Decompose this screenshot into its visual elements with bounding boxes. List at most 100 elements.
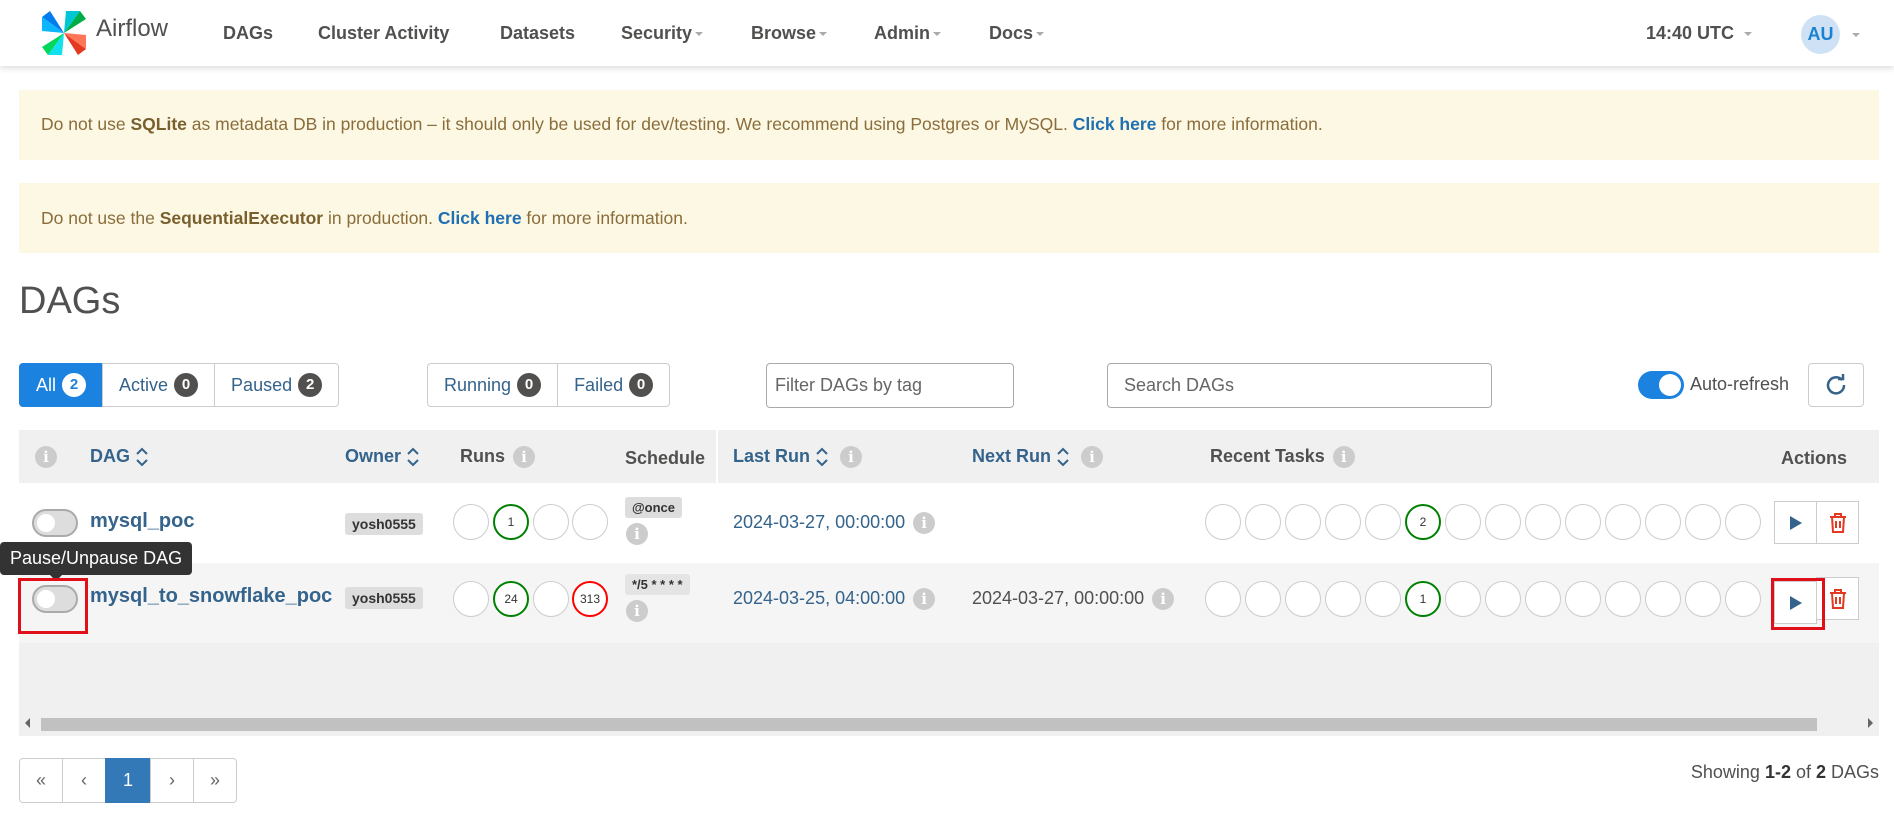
nav-docs[interactable]: Docs	[989, 23, 1045, 44]
alert-click-here-link[interactable]: Click here	[1073, 114, 1157, 134]
horizontal-scrollbar[interactable]	[19, 714, 1879, 734]
delete-dag-button[interactable]	[1816, 501, 1859, 544]
first-page-button[interactable]: «	[19, 758, 63, 803]
task-state-circle[interactable]	[1325, 504, 1361, 540]
tag-filter-input[interactable]	[766, 363, 1014, 408]
refresh-button[interactable]	[1808, 363, 1864, 407]
info-icon[interactable]: i	[1332, 446, 1355, 469]
task-state-circle[interactable]	[1605, 581, 1641, 617]
pagination: « ‹ 1 › »	[19, 758, 237, 803]
task-state-circle[interactable]	[1445, 581, 1481, 617]
schedule-badge[interactable]: */5 * * * *	[625, 574, 690, 595]
scroll-thumb[interactable]	[41, 718, 1817, 731]
prev-page-button[interactable]: ‹	[62, 758, 106, 803]
filter-active-button[interactable]: Active 0	[102, 363, 216, 407]
info-icon[interactable]: i	[840, 446, 863, 469]
task-state-circle[interactable]	[1605, 504, 1641, 540]
task-state-circle[interactable]	[1645, 504, 1681, 540]
brand-logo-link[interactable]: Airflow	[38, 7, 168, 59]
run-state-circle[interactable]	[453, 581, 489, 617]
info-icon[interactable]: i	[626, 600, 648, 622]
nav-admin[interactable]: Admin	[874, 23, 941, 44]
highlight-box	[1771, 578, 1825, 630]
info-icon[interactable]: i	[626, 523, 648, 545]
run-state-circle[interactable]	[453, 504, 489, 540]
nav-security[interactable]: Security	[621, 23, 704, 44]
run-state-circle[interactable]: 313	[572, 581, 608, 617]
alert-text: in production.	[323, 208, 438, 228]
filter-all-button[interactable]: All 2	[19, 363, 104, 407]
airflow-logo-icon	[42, 11, 86, 55]
run-state-circle[interactable]	[572, 504, 608, 540]
task-state-circle[interactable]	[1485, 581, 1521, 617]
task-state-circle[interactable]	[1365, 581, 1401, 617]
chevron-down-icon[interactable]	[1852, 33, 1860, 37]
nav-datasets[interactable]: Datasets	[500, 23, 575, 44]
next-page-button[interactable]: ›	[150, 758, 194, 803]
task-state-circle[interactable]	[1205, 504, 1241, 540]
info-icon[interactable]: i	[913, 512, 936, 535]
column-owner[interactable]: Owner	[345, 446, 419, 467]
task-state-circle[interactable]: 2	[1405, 504, 1441, 540]
clock-dropdown[interactable]: 14:40 UTC	[1646, 23, 1753, 44]
showing-text: DAGs	[1825, 762, 1879, 782]
owner-badge[interactable]: yosh0555	[345, 587, 423, 609]
info-icon[interactable]: i	[1152, 588, 1175, 611]
task-state-circle[interactable]	[1725, 504, 1761, 540]
task-state-circle[interactable]	[1245, 581, 1281, 617]
pause-toggle[interactable]	[32, 509, 78, 537]
last-run-link[interactable]: 2024-03-25, 04:00:00 i	[733, 588, 936, 611]
auto-refresh-label: Auto-refresh	[1690, 374, 1790, 394]
task-state-circle[interactable]	[1325, 581, 1361, 617]
run-state-circle[interactable]: 24	[493, 581, 529, 617]
auto-refresh-toggle[interactable]	[1638, 371, 1684, 399]
filter-paused-button[interactable]: Paused 2	[214, 363, 340, 407]
task-state-circle[interactable]	[1285, 581, 1321, 617]
filter-failed-button[interactable]: Failed 0	[557, 363, 671, 407]
last-page-button[interactable]: »	[193, 758, 237, 803]
task-state-circle[interactable]	[1685, 581, 1721, 617]
info-icon[interactable]: i	[913, 588, 936, 611]
task-state-circle[interactable]	[1365, 504, 1401, 540]
column-next-run[interactable]: Next Run i	[972, 446, 1104, 469]
schedule-badge[interactable]: @once	[625, 497, 683, 518]
column-divider	[716, 430, 718, 483]
run-state-circle[interactable]	[533, 504, 569, 540]
info-icon[interactable]: i	[35, 446, 57, 468]
alert-click-here-link[interactable]: Click here	[438, 208, 522, 228]
page-button[interactable]: 1	[105, 758, 151, 803]
info-icon[interactable]: i	[1081, 446, 1104, 469]
last-run-link[interactable]: 2024-03-27, 00:00:00 i	[733, 512, 936, 535]
column-dag[interactable]: DAG	[90, 446, 148, 467]
nav-cluster-activity[interactable]: Cluster Activity	[318, 23, 449, 44]
task-state-circle[interactable]	[1725, 581, 1761, 617]
task-state-circle[interactable]	[1485, 504, 1521, 540]
task-state-circle[interactable]	[1245, 504, 1281, 540]
task-state-circle[interactable]	[1205, 581, 1241, 617]
scroll-left-icon[interactable]	[25, 718, 30, 728]
task-state-circle[interactable]	[1445, 504, 1481, 540]
task-state-circle[interactable]: 1	[1405, 581, 1441, 617]
owner-badge[interactable]: yosh0555	[345, 513, 423, 535]
task-state-circle[interactable]	[1685, 504, 1721, 540]
task-state-circle[interactable]	[1565, 504, 1601, 540]
sort-icon	[1057, 447, 1069, 467]
task-state-circle[interactable]	[1565, 581, 1601, 617]
task-state-circle[interactable]	[1525, 581, 1561, 617]
trigger-dag-button[interactable]	[1774, 501, 1817, 544]
user-avatar[interactable]: AU	[1801, 15, 1840, 54]
run-state-circle[interactable]	[533, 581, 569, 617]
search-dags-input[interactable]	[1107, 363, 1492, 408]
task-state-circle[interactable]	[1645, 581, 1681, 617]
filter-running-button[interactable]: Running 0	[427, 363, 559, 407]
scroll-right-icon[interactable]	[1868, 718, 1873, 728]
nav-dags[interactable]: DAGs	[223, 23, 273, 44]
task-state-circle[interactable]	[1525, 504, 1561, 540]
nav-browse[interactable]: Browse	[751, 23, 828, 44]
task-state-circle[interactable]	[1285, 504, 1321, 540]
run-state-circle[interactable]: 1	[493, 504, 529, 540]
dag-name-link[interactable]: mysql_poc	[90, 510, 194, 533]
info-icon[interactable]: i	[513, 446, 535, 469]
column-last-run[interactable]: Last Run i	[733, 446, 863, 469]
dag-name-link[interactable]: mysql_to_snowflake_poc	[90, 585, 332, 608]
